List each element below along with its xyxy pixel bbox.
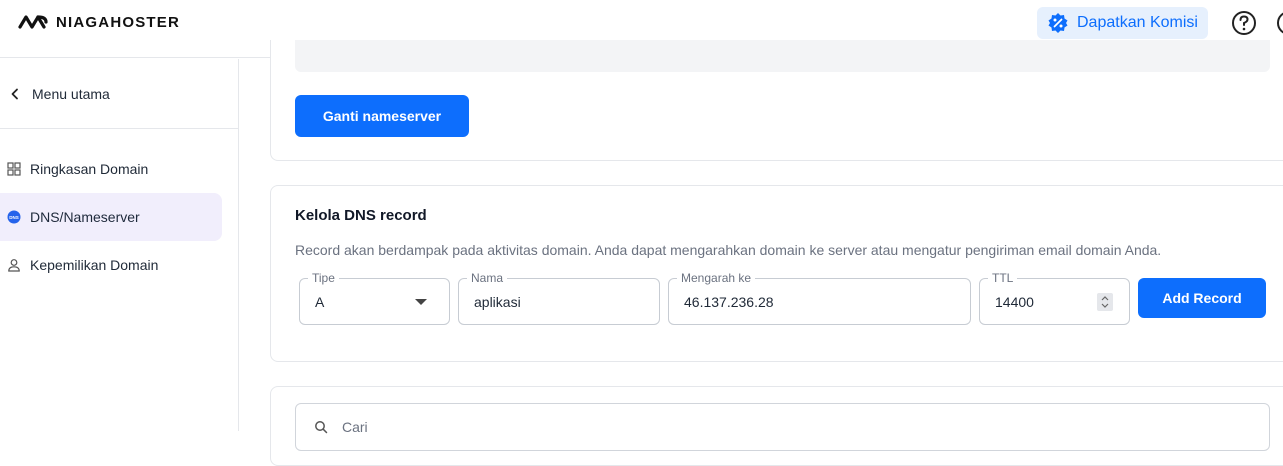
menu-utama-label: Menu utama xyxy=(32,85,110,102)
logo-text: NIAGAHOSTER xyxy=(56,13,181,31)
sidebar: Menu utama Ringkasan Domain DNS DNS/Name… xyxy=(0,59,239,431)
nama-value: aplikasi xyxy=(474,294,521,310)
dns-card-description: Record akan berdampak pada aktivitas dom… xyxy=(295,242,1162,258)
niagahoster-logo[interactable]: NIAGAHOSTER xyxy=(18,13,180,31)
niagahoster-logo-icon xyxy=(18,15,48,29)
mengarah-ke-value: 46.137.236.28 xyxy=(684,294,774,310)
spinner-down-icon[interactable] xyxy=(1101,303,1109,308)
nameserver-info-box xyxy=(295,40,1270,72)
account-icon[interactable] xyxy=(1276,10,1283,36)
sidebar-item-ringkasan-domain[interactable]: Ringkasan Domain xyxy=(0,145,222,193)
dapatkan-komisi-button[interactable]: Dapatkan Komisi xyxy=(1037,7,1208,39)
mengarah-ke-input[interactable]: Mengarah ke 46.137.236.28 xyxy=(668,271,971,325)
spinner-up-icon[interactable] xyxy=(1101,296,1109,301)
sidebar-item-label: Kepemilikan Domain xyxy=(30,257,159,273)
search-input[interactable] xyxy=(342,419,942,435)
grid-icon xyxy=(7,162,21,176)
tipe-label: Tipe xyxy=(308,271,339,285)
chevron-left-icon xyxy=(11,88,18,99)
menu-utama-link[interactable]: Menu utama xyxy=(0,59,238,129)
ttl-label: TTL xyxy=(988,271,1018,285)
tipe-value: A xyxy=(315,294,325,310)
ttl-input[interactable]: TTL 14400 xyxy=(979,271,1130,325)
nameserver-card: Ganti nameserver xyxy=(270,40,1283,161)
sidebar-item-label: Ringkasan Domain xyxy=(30,161,149,177)
nama-label: Nama xyxy=(467,271,508,285)
sidebar-item-label: DNS/Nameserver xyxy=(30,209,140,225)
caret-down-icon xyxy=(415,299,427,305)
nama-input[interactable]: Nama aplikasi xyxy=(458,271,660,325)
mengarah-ke-label: Mengarah ke xyxy=(677,271,756,285)
sidebar-item-dns-nameserver[interactable]: DNS DNS/Nameserver xyxy=(0,193,222,241)
sidebar-item-kepemilikan-domain[interactable]: Kepemilikan Domain xyxy=(0,241,222,289)
ganti-nameserver-button[interactable]: Ganti nameserver xyxy=(295,95,469,137)
svg-text:DNS: DNS xyxy=(9,215,19,220)
dns-icon: DNS xyxy=(7,210,21,224)
dns-records-list-card xyxy=(270,386,1283,466)
search-icon xyxy=(315,421,328,434)
percent-badge-icon xyxy=(1048,13,1068,33)
ttl-value: 14400 xyxy=(995,294,1034,310)
komisi-label: Dapatkan Komisi xyxy=(1077,14,1198,31)
dns-card-title: Kelola DNS record xyxy=(295,207,427,224)
tipe-select[interactable]: Tipe A xyxy=(299,271,450,325)
number-spinner[interactable] xyxy=(1097,293,1113,311)
add-record-button[interactable]: Add Record xyxy=(1138,278,1266,318)
question-circle-icon[interactable] xyxy=(1231,10,1257,36)
dns-record-card: Kelola DNS record Record akan berdampak … xyxy=(270,185,1283,362)
search-box[interactable] xyxy=(295,403,1270,451)
user-icon xyxy=(8,259,20,272)
